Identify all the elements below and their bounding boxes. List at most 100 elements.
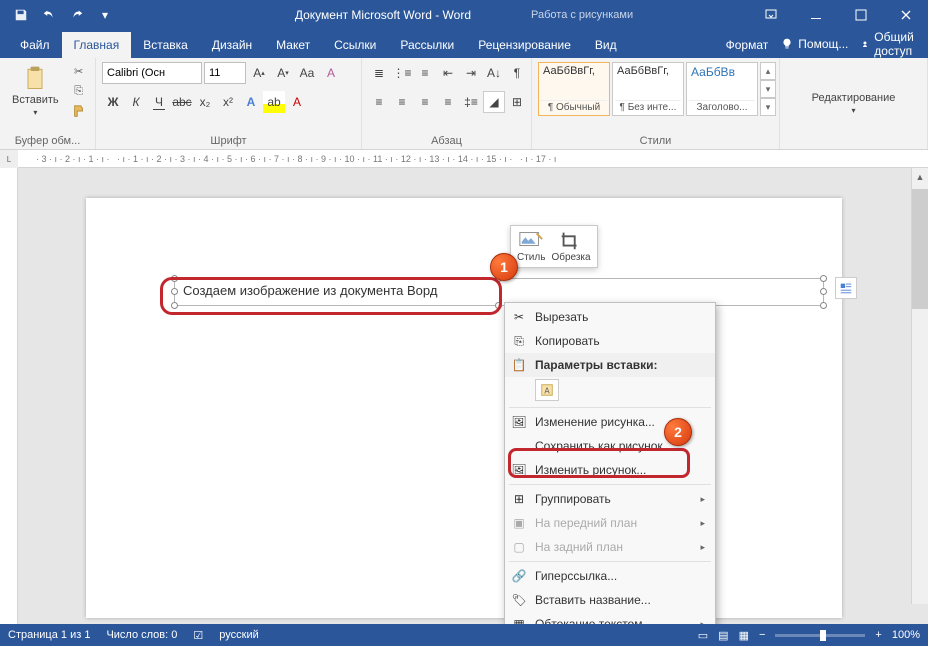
clear-format-icon[interactable]: A bbox=[320, 62, 342, 84]
selected-image-object[interactable]: Создаем изображение из документа Ворд bbox=[174, 278, 824, 306]
zoom-level[interactable]: 100% bbox=[892, 629, 920, 641]
tab-references[interactable]: Ссылки bbox=[322, 32, 388, 58]
bullets-icon[interactable]: ≣ bbox=[368, 62, 390, 84]
tab-layout[interactable]: Макет bbox=[264, 32, 322, 58]
scroll-up-icon[interactable]: ▲ bbox=[912, 168, 928, 185]
italic-button[interactable]: К bbox=[125, 91, 147, 113]
indent-inc-icon[interactable]: ⇥ bbox=[460, 62, 482, 84]
bold-button[interactable]: Ж bbox=[102, 91, 124, 113]
view-print-icon[interactable]: ▤ bbox=[718, 629, 728, 642]
underline-button[interactable]: Ч bbox=[148, 91, 170, 113]
view-web-icon[interactable]: ▦ bbox=[739, 629, 749, 642]
menu-send-back[interactable]: ▢На задний план▸ bbox=[505, 535, 715, 559]
menu-insert-caption[interactable]: 🏷Вставить название... bbox=[505, 588, 715, 612]
superscript-button[interactable]: x² bbox=[217, 91, 239, 113]
show-marks-icon[interactable]: ¶ bbox=[506, 62, 528, 84]
resize-handle[interactable] bbox=[171, 275, 178, 282]
align-center-icon[interactable]: ≡ bbox=[391, 91, 413, 113]
group-icon: ⊞ bbox=[511, 491, 527, 507]
styles-gallery[interactable]: АаБбВвГг, ¶ Обычный АаБбВвГг, ¶ Без инте… bbox=[538, 62, 776, 116]
align-right-icon[interactable]: ≡ bbox=[414, 91, 436, 113]
zoom-out-icon[interactable]: − bbox=[759, 629, 765, 641]
tell-me[interactable]: Помощ... bbox=[780, 37, 848, 51]
highlight-icon[interactable]: ab bbox=[263, 91, 285, 113]
resize-handle[interactable] bbox=[820, 275, 827, 282]
status-language[interactable]: русский bbox=[219, 629, 258, 641]
shading-icon[interactable]: ◢ bbox=[483, 91, 505, 113]
tab-mailings[interactable]: Рассылки bbox=[388, 32, 466, 58]
style-no-spacing[interactable]: АаБбВвГг, ¶ Без инте... bbox=[612, 62, 684, 116]
ruler-row: L · 3 · ı · 2 · ı · 1 · ı · · ı · 1 · ı … bbox=[0, 150, 928, 168]
ruler-vertical[interactable] bbox=[0, 168, 18, 626]
status-words[interactable]: Число слов: 0 bbox=[106, 629, 177, 641]
sort-icon[interactable]: A↓ bbox=[483, 62, 505, 84]
menu-bring-front[interactable]: ▣На передний план▸ bbox=[505, 511, 715, 535]
paste-option-picture[interactable]: A bbox=[535, 379, 559, 401]
title-bar: ▾ Документ Microsoft Word - Word Работа … bbox=[0, 0, 928, 30]
line-spacing-icon[interactable]: ‡≡ bbox=[460, 91, 482, 113]
tab-file[interactable]: Файл bbox=[8, 32, 62, 58]
close-button[interactable] bbox=[883, 0, 928, 30]
qat-dropdown-icon[interactable]: ▾ bbox=[94, 4, 116, 26]
resize-handle[interactable] bbox=[820, 302, 827, 309]
status-proofing-icon[interactable]: ☑ bbox=[193, 629, 203, 642]
tab-design[interactable]: Дизайн bbox=[200, 32, 264, 58]
vertical-scrollbar[interactable]: ▲ bbox=[911, 168, 928, 604]
styles-expand[interactable]: ▴▾▾ bbox=[760, 62, 776, 116]
editing-button[interactable]: Редактирование ▾ bbox=[806, 90, 902, 117]
ruler-horizontal[interactable]: · 3 · ı · 2 · ı · 1 · ı · · ı · 1 · ı · … bbox=[18, 150, 928, 168]
align-left-icon[interactable]: ≡ bbox=[368, 91, 390, 113]
crop-button[interactable]: Обрезка bbox=[551, 230, 590, 263]
zoom-slider[interactable] bbox=[775, 634, 865, 637]
cut-icon[interactable]: ✂ bbox=[69, 62, 89, 80]
format-painter-icon[interactable] bbox=[69, 102, 89, 120]
maximize-button[interactable] bbox=[838, 0, 883, 30]
undo-icon[interactable] bbox=[38, 4, 60, 26]
minimize-button[interactable] bbox=[793, 0, 838, 30]
font-name-input[interactable] bbox=[102, 62, 202, 84]
menu-cut[interactable]: ✂Вырезать bbox=[505, 305, 715, 329]
font-color-icon[interactable]: A bbox=[286, 91, 308, 113]
change-case-icon[interactable]: Aa bbox=[296, 62, 318, 84]
grow-font-icon[interactable]: A▴ bbox=[248, 62, 270, 84]
tab-review[interactable]: Рецензирование bbox=[466, 32, 583, 58]
resize-handle[interactable] bbox=[171, 288, 178, 295]
resize-handle[interactable] bbox=[495, 302, 502, 309]
scroll-thumb[interactable] bbox=[912, 189, 928, 309]
document-area: Создаем изображение из документа Ворд bbox=[0, 168, 928, 626]
resize-handle[interactable] bbox=[820, 288, 827, 295]
tab-format[interactable]: Формат bbox=[714, 32, 781, 58]
borders-icon[interactable]: ⊞ bbox=[506, 91, 528, 113]
zoom-in-icon[interactable]: + bbox=[875, 629, 881, 641]
indent-dec-icon[interactable]: ⇤ bbox=[437, 62, 459, 84]
text-effects-icon[interactable]: A bbox=[240, 91, 262, 113]
resize-handle[interactable] bbox=[171, 302, 178, 309]
font-size-input[interactable] bbox=[204, 62, 246, 84]
strike-button[interactable]: abc bbox=[171, 91, 193, 113]
menu-group[interactable]: ⊞Группировать▸ bbox=[505, 487, 715, 511]
menu-hyperlink[interactable]: 🔗Гиперссылка... bbox=[505, 564, 715, 588]
save-icon[interactable] bbox=[10, 4, 32, 26]
menu-copy[interactable]: ⎘Копировать bbox=[505, 329, 715, 353]
style-heading[interactable]: АаБбВв Заголово... bbox=[686, 62, 758, 116]
copy-icon[interactable]: ⎘ bbox=[69, 82, 89, 100]
subscript-button[interactable]: x₂ bbox=[194, 91, 216, 113]
tab-view[interactable]: Вид bbox=[583, 32, 629, 58]
shrink-font-icon[interactable]: A▾ bbox=[272, 62, 294, 84]
share-button[interactable]: Общий доступ bbox=[862, 30, 920, 58]
multilevel-icon[interactable]: ≡ bbox=[414, 62, 436, 84]
picture-style-button[interactable]: Стиль bbox=[517, 230, 545, 263]
tab-insert[interactable]: Вставка bbox=[131, 32, 200, 58]
view-read-icon[interactable]: ▭ bbox=[698, 629, 708, 642]
layout-options-icon[interactable] bbox=[835, 277, 857, 299]
justify-icon[interactable]: ≡ bbox=[437, 91, 459, 113]
status-page[interactable]: Страница 1 из 1 bbox=[8, 629, 90, 641]
numbering-icon[interactable]: ⋮≡ bbox=[391, 62, 413, 84]
redo-icon[interactable] bbox=[66, 4, 88, 26]
ribbon-options-icon[interactable] bbox=[748, 0, 793, 30]
paste-button[interactable]: Вставить ▾ bbox=[6, 62, 65, 119]
menu-edit-picture[interactable]: 🖼Изменить рисунок... bbox=[505, 458, 715, 482]
style-normal[interactable]: АаБбВвГг, ¶ Обычный bbox=[538, 62, 610, 116]
tab-home[interactable]: Главная bbox=[62, 32, 132, 58]
page[interactable]: Создаем изображение из документа Ворд bbox=[86, 198, 842, 618]
